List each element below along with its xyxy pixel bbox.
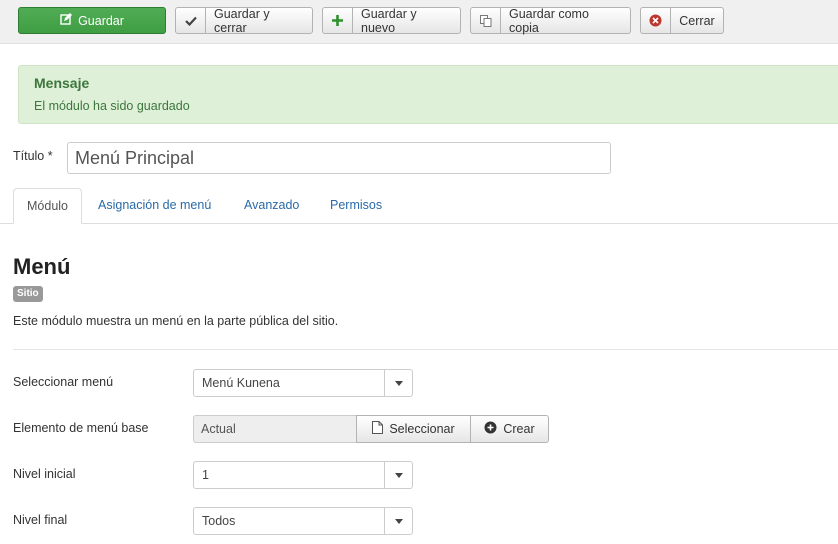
chevron-down-icon [384, 462, 412, 488]
create-item-button[interactable]: Crear [470, 415, 549, 443]
edit-icon [60, 13, 73, 28]
tab-module[interactable]: Módulo [13, 188, 82, 224]
copy-icon [471, 8, 501, 33]
base-item-input: Actual [193, 415, 358, 443]
save-new-label: Guardar y nuevo [361, 6, 417, 35]
plus-circle-icon [484, 421, 497, 437]
close-button[interactable]: Cerrar [640, 7, 724, 34]
save-copy-button[interactable]: Guardar como copia [470, 6, 631, 35]
chevron-down-icon [384, 370, 412, 396]
select-item-label: Seleccionar [389, 422, 455, 436]
start-level-dropdown[interactable]: 1 [193, 461, 413, 489]
save-button-label: Guardar [78, 13, 124, 28]
save-close-label: Guardar y cerrar [214, 6, 270, 35]
save-close-button[interactable]: Guardar y cerrar [175, 6, 313, 35]
select-menu-dropdown[interactable]: Menú Kunena [193, 369, 413, 397]
module-description: Este módulo muestra un menú en la parte … [13, 314, 339, 328]
message-text: El módulo ha sido guardado [34, 99, 190, 113]
plus-icon [323, 8, 353, 33]
module-heading: Menú [13, 254, 71, 279]
start-level-value: 1 [202, 468, 209, 482]
end-level-dropdown[interactable]: Todos [193, 507, 413, 535]
site-badge: Sitio [13, 286, 43, 302]
end-level-value: Todos [202, 514, 236, 528]
save-button[interactable]: Guardar [18, 7, 166, 34]
create-item-label: Crear [503, 422, 535, 436]
close-circle-icon [641, 8, 671, 33]
tab-advanced[interactable]: Avanzado [231, 188, 312, 224]
file-icon [372, 421, 384, 437]
chevron-down-icon [384, 508, 412, 534]
select-menu-value: Menú Kunena [202, 376, 280, 390]
save-new-button[interactable]: Guardar y nuevo [322, 6, 461, 35]
start-level-label: Nivel inicial [13, 467, 76, 481]
save-copy-label: Guardar como copia [509, 6, 589, 35]
base-item-label: Elemento de menú base [13, 421, 149, 435]
tab-permissions[interactable]: Permisos [317, 188, 395, 224]
end-level-label: Nivel final [13, 513, 68, 527]
check-icon [176, 8, 206, 33]
section-divider [13, 349, 838, 350]
title-input[interactable] [67, 142, 611, 174]
success-message: Mensaje El módulo ha sido guardado [18, 65, 838, 124]
toolbar: Guardar Guardar y cerrar Guardar y nuevo… [0, 0, 838, 44]
tab-menu-assignment[interactable]: Asignación de menú [85, 188, 224, 224]
title-label: Título * [13, 149, 53, 163]
select-item-button[interactable]: Seleccionar [356, 415, 471, 443]
close-label: Cerrar [679, 13, 715, 28]
message-title: Mensaje [34, 75, 90, 91]
select-menu-label: Seleccionar menú [13, 375, 114, 389]
